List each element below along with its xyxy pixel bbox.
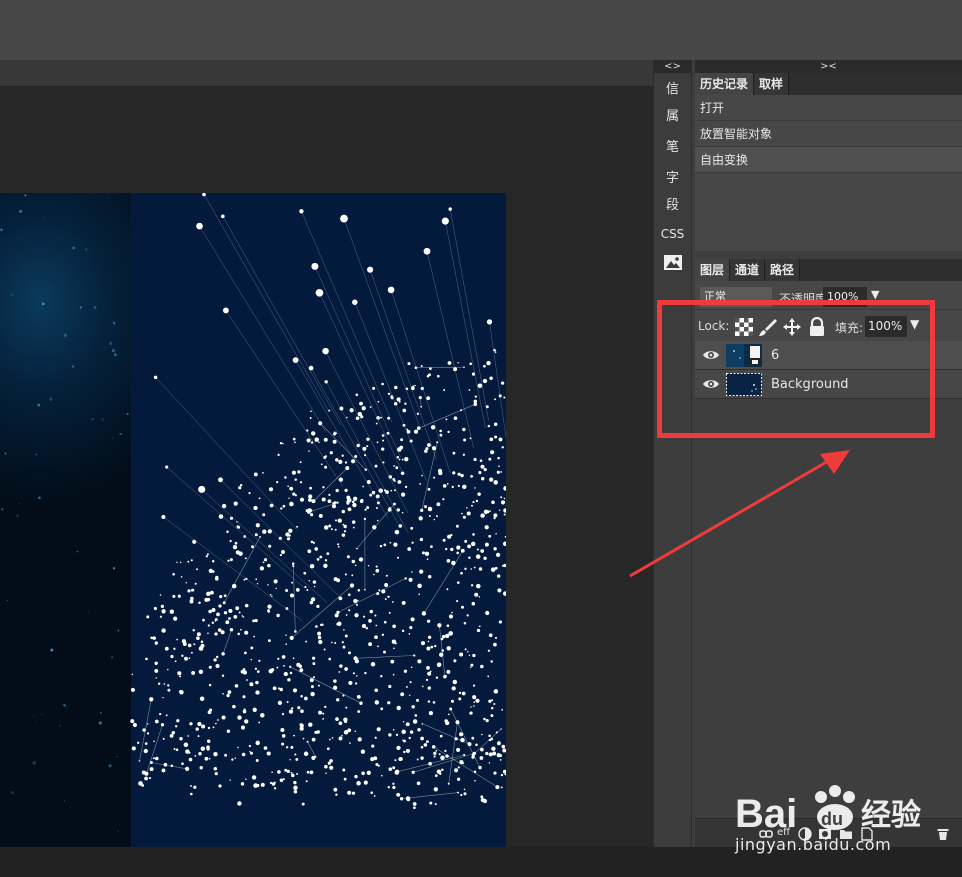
tab-swatches[interactable]: 取样 <box>754 73 790 95</box>
workspace[interactable] <box>0 86 653 877</box>
app-window: <> 信 属 笔 字 段 CSS >< 历史记录 取样 打开 放置智能对象 自由… <box>0 0 962 877</box>
history-item-free-transform[interactable]: 自由变换 <box>695 147 962 173</box>
tab-channels[interactable]: 通道 <box>730 259 766 281</box>
svg-text:du: du <box>821 809 843 829</box>
annotation-highlight-box <box>657 300 935 438</box>
history-tabs: 历史记录 取样 <box>695 73 962 95</box>
baidu-logo-icon: Bai du 经验 <box>735 785 921 836</box>
layer-tabs: 图层 通道 路径 <box>695 259 962 281</box>
info-button[interactable]: 信 <box>654 78 691 97</box>
tab-paths[interactable]: 路径 <box>765 259 801 281</box>
svg-text:经验: 经验 <box>861 798 921 833</box>
panel-collapse-toggle[interactable]: >< <box>695 60 962 73</box>
tab-layers[interactable]: 图层 <box>695 259 731 281</box>
strip-collapse-toggle[interactable]: <> <box>654 60 691 73</box>
network-globe-graphic <box>0 193 506 877</box>
brush-button[interactable]: 笔 <box>654 136 691 155</box>
annotation-arrow <box>629 450 850 578</box>
baidu-watermark: Bai du 经验 jingyan.baidu.com <box>735 775 955 855</box>
svg-text:Bai: Bai <box>735 792 797 835</box>
character-button[interactable]: 字 <box>654 167 691 186</box>
tab-history[interactable]: 历史记录 <box>695 73 755 95</box>
watermark-url: jingyan.baidu.com <box>735 835 892 854</box>
image-icon[interactable] <box>654 255 691 274</box>
css-button[interactable]: CSS <box>654 227 691 241</box>
history-item-place-smart-object[interactable]: 放置智能对象 <box>695 121 962 147</box>
history-list: 打开 放置智能对象 自由变换 <box>695 95 962 251</box>
menu-bar <box>0 0 962 60</box>
document-canvas[interactable] <box>0 193 506 877</box>
paragraph-button[interactable]: 段 <box>654 194 691 213</box>
history-item-open[interactable]: 打开 <box>695 95 962 121</box>
properties-button[interactable]: 属 <box>654 105 691 124</box>
options-bar <box>0 60 653 86</box>
